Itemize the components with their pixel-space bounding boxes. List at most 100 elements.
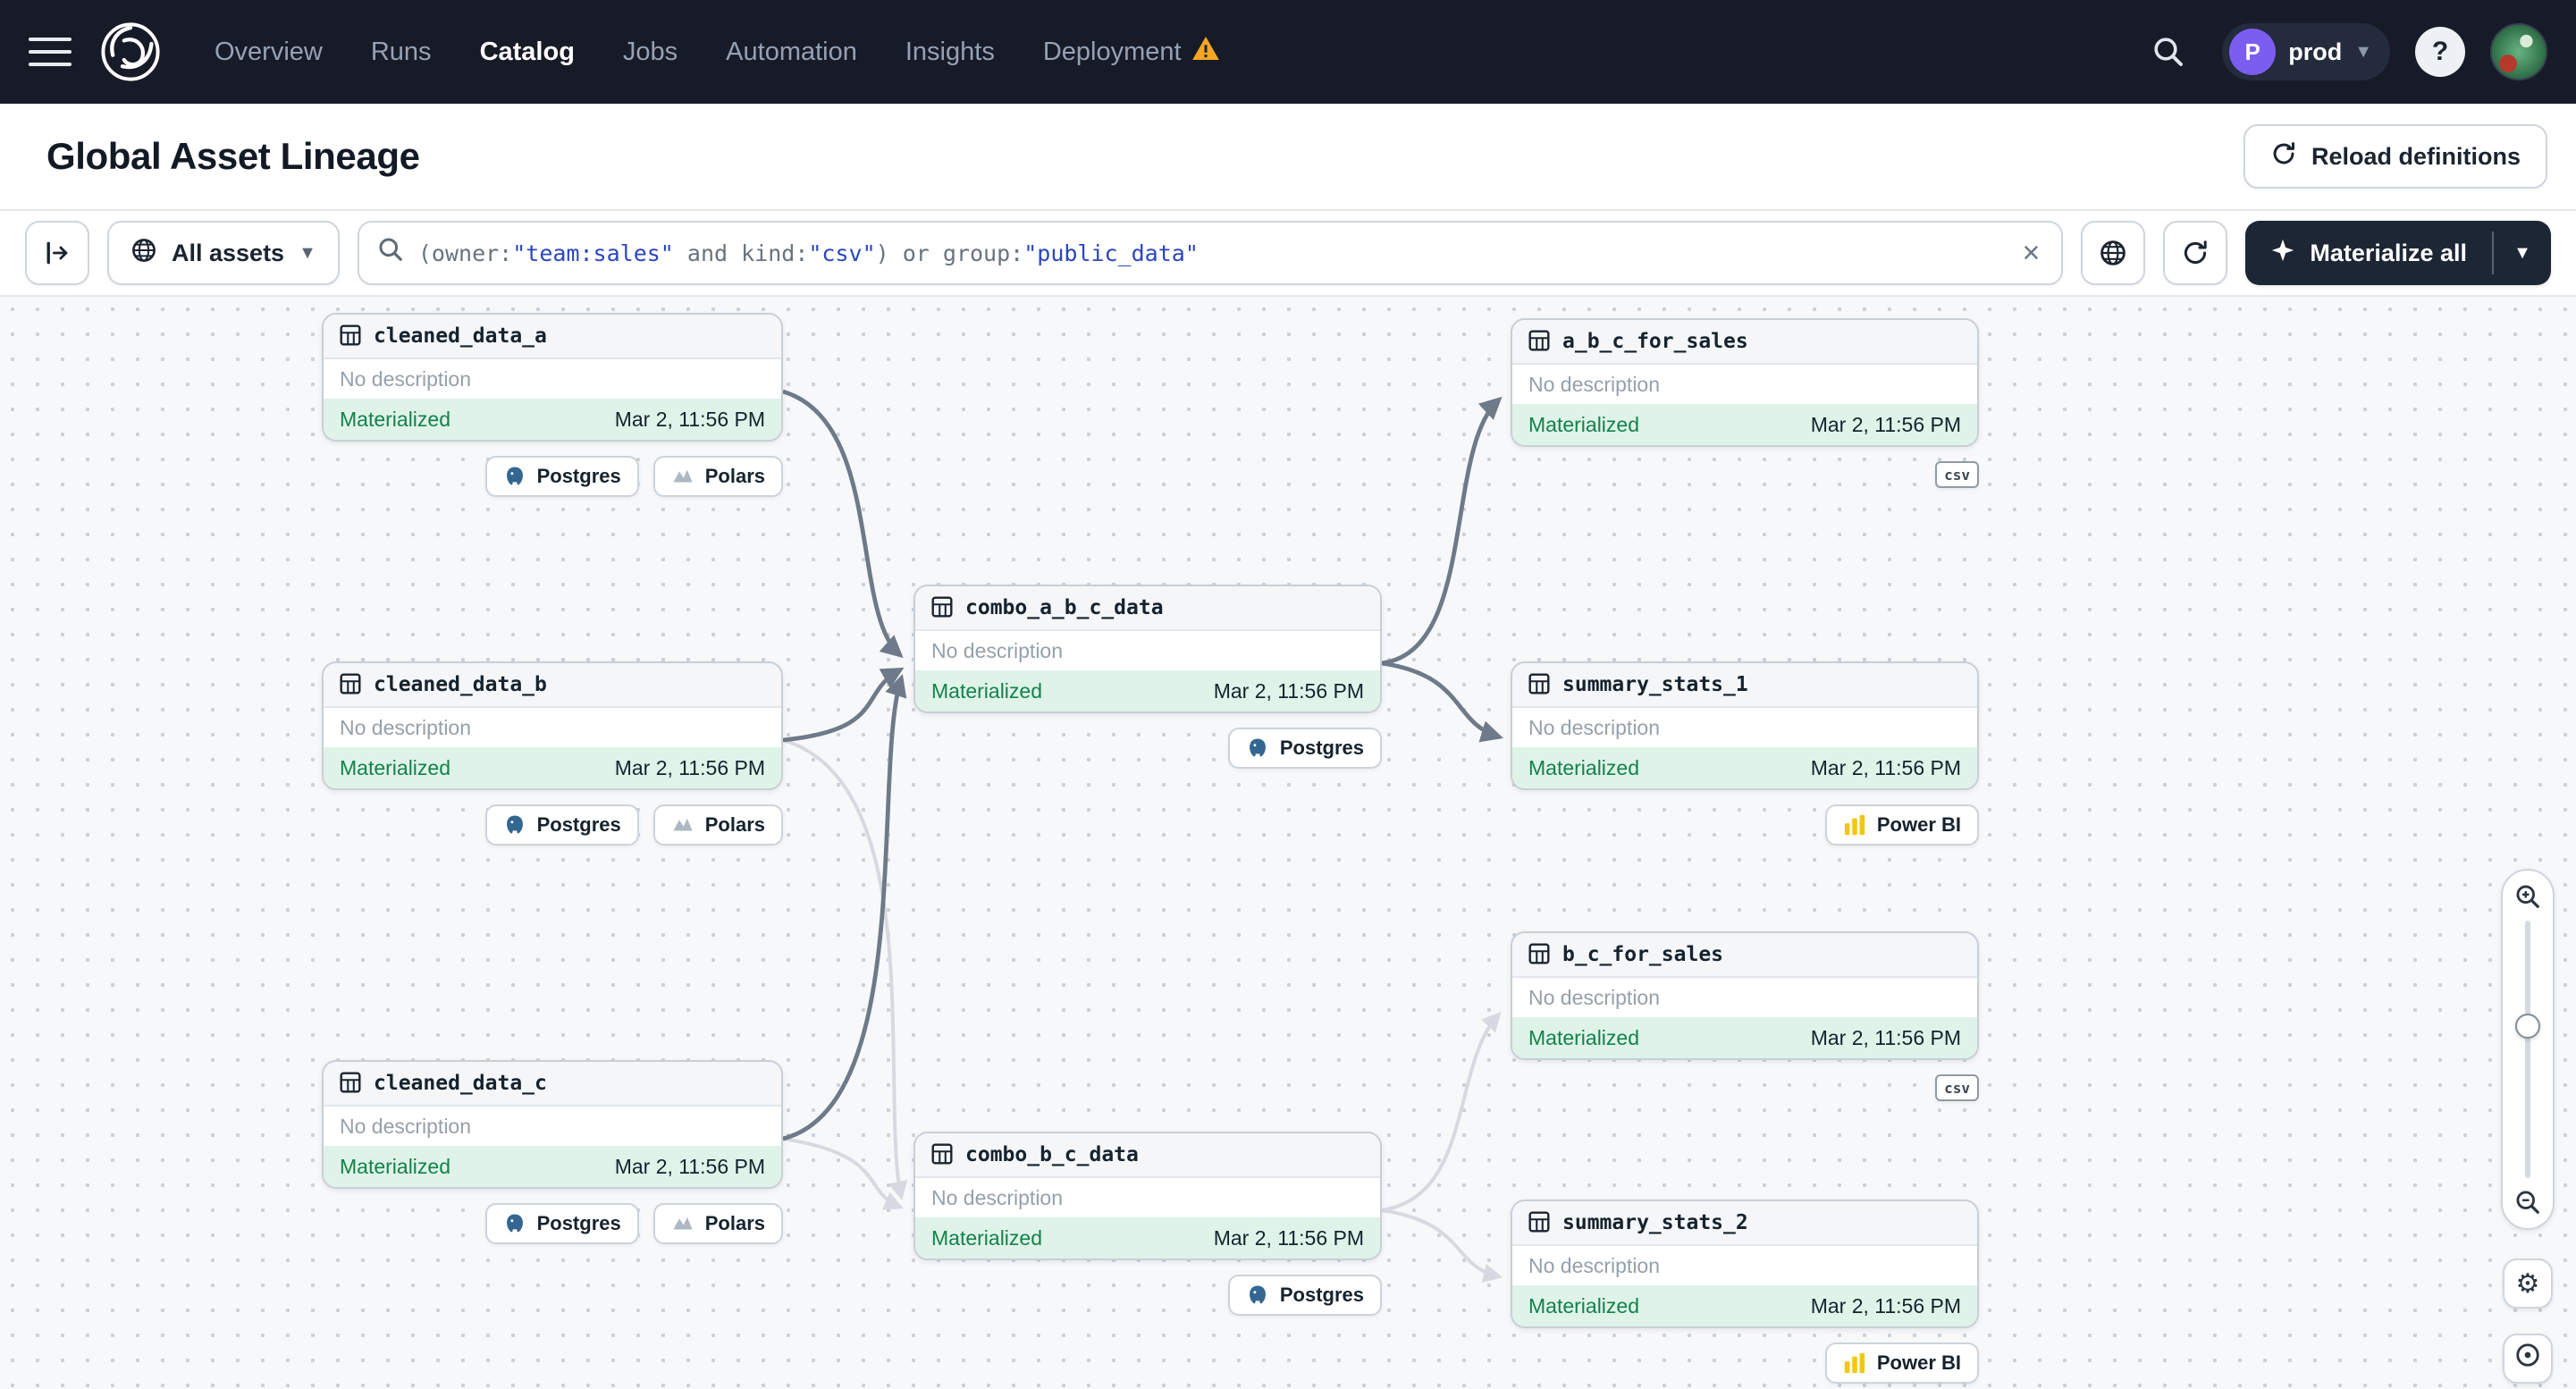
recenter-button[interactable] (2503, 1334, 2553, 1384)
postgres-icon (503, 813, 526, 837)
kind-tag-polars[interactable]: Polars (652, 456, 783, 497)
nav-item-label: Runs (370, 37, 432, 66)
asset-status-row[interactable]: Materialized Mar 2, 11:56 PM (915, 1217, 1380, 1259)
menu-icon[interactable] (29, 38, 72, 66)
user-avatar[interactable] (2490, 23, 2547, 80)
kind-tag-csv[interactable]: csv (1935, 1074, 1979, 1101)
chevron-down-icon: ▼ (2354, 41, 2372, 62)
materialize-icon (2270, 238, 2295, 269)
materialize-all-button[interactable]: Materialize all (2245, 221, 2492, 285)
asset-name: summary_stats_2 (1562, 1211, 1748, 1234)
table-icon (340, 669, 361, 702)
zoom-slider[interactable] (2513, 921, 2542, 1178)
nav-item-catalog[interactable]: Catalog (480, 38, 575, 67)
zoom-slider-handle[interactable] (2515, 1013, 2540, 1039)
asset-node-cleaned_data_c[interactable]: cleaned_data_c No description Materialized… (322, 1060, 783, 1189)
asset-status-row[interactable]: Materialized Mar 2, 11:56 PM (324, 1146, 781, 1187)
asset-status-row[interactable]: Materialized Mar 2, 11:56 PM (324, 399, 781, 440)
lineage-canvas[interactable]: cleaned_data_a No description Materialized… (0, 297, 2576, 1389)
asset-name: combo_b_c_data (965, 1143, 1139, 1166)
asset-status-row[interactable]: Materialized Mar 2, 11:56 PM (1512, 1285, 1977, 1326)
materialized-label: Materialized (931, 678, 1042, 703)
asset-node-header[interactable]: cleaned_data_a (324, 315, 781, 359)
kind-tag-postgres[interactable]: Postgres (484, 804, 639, 846)
asset-node-b_c_for_sales[interactable]: b_c_for_sales No description Materialized M… (1511, 931, 1979, 1060)
materialize-options-caret[interactable]: ▼ (2494, 221, 2551, 285)
nav-item-overview[interactable]: Overview (215, 38, 323, 67)
deployment-switcher[interactable]: P prod ▼ (2222, 23, 2390, 80)
nav-item-label: Overview (215, 37, 323, 66)
kind-tag-label: Postgres (536, 1212, 621, 1234)
search-icon[interactable] (2140, 23, 2197, 80)
asset-node-a_b_c_for_sales[interactable]: a_b_c_for_sales No description Materialize… (1511, 318, 1979, 447)
zoom-in-button[interactable] (2514, 883, 2541, 910)
reload-definitions-label: Reload definitions (2311, 142, 2521, 170)
asset-node-header[interactable]: summary_stats_1 (1512, 663, 1977, 708)
asset-node-header[interactable]: a_b_c_for_sales (1512, 320, 1977, 365)
asset-status-row[interactable]: Materialized Mar 2, 11:56 PM (1512, 404, 1977, 445)
asset-node-header[interactable]: cleaned_data_b (324, 663, 781, 708)
kind-tag-powerbi[interactable]: Power BI (1824, 1343, 1979, 1384)
asset-node-combo_b_c_data[interactable]: combo_b_c_data No description Materialized… (913, 1132, 1382, 1260)
settings-button[interactable]: ⚙ (2503, 1259, 2553, 1309)
warning-icon (1191, 37, 1219, 67)
asset-node-cleaned_data_a[interactable]: cleaned_data_a No description Materialized… (322, 313, 783, 442)
kind-tag-postgres[interactable]: Postgres (484, 456, 639, 497)
reload-icon (2270, 140, 2297, 173)
open-sidebar-panel-button[interactable] (25, 221, 89, 285)
search-query[interactable]: (owner:"team:sales" and kind:"csv") or g… (418, 240, 2005, 266)
zoom-out-button[interactable] (2514, 1189, 2541, 1216)
edge-combo_a_b_c_data-to-a_b_c_for_sales (1381, 396, 1503, 666)
top-navbar: Overview Runs Catalog Jobs Automation Insight… (0, 0, 2576, 104)
kind-tag-polars[interactable]: Polars (652, 1203, 783, 1244)
kind-tag-postgres[interactable]: Postgres (1227, 1275, 1382, 1316)
dagster-logo[interactable] (97, 18, 164, 86)
asset-node-summary_stats_2[interactable]: summary_stats_2 No description Materialize… (1511, 1200, 1979, 1328)
materialized-label: Materialized (1528, 1025, 1639, 1049)
materialized-timestamp: Mar 2, 11:56 PM (1810, 412, 1961, 436)
edge-combo_b_c_data-to-summary_stats_2 (1381, 1208, 1503, 1283)
edge-cleaned_data_c-to-combo_b_c_data (782, 1137, 904, 1210)
asset-search-input[interactable]: (owner:"team:sales" and kind:"csv") or g… (357, 221, 2064, 285)
clear-search-icon[interactable]: × (2019, 238, 2044, 268)
asset-node-header[interactable]: b_c_for_sales (1512, 933, 1977, 978)
nav-item-deployment[interactable]: Deployment (1043, 37, 1219, 67)
zoom-slider-track (2525, 921, 2530, 1178)
reload-definitions-button[interactable]: Reload definitions (2243, 124, 2547, 189)
asset-scope-dropdown[interactable]: All assets ▼ (107, 221, 340, 285)
asset-node-header[interactable]: combo_a_b_c_data (915, 586, 1380, 631)
asset-status-row[interactable]: Materialized Mar 2, 11:56 PM (1512, 1017, 1977, 1058)
asset-status-row[interactable]: Materialized Mar 2, 11:56 PM (324, 747, 781, 788)
nav-right: P prod ▼ ? (2140, 23, 2547, 80)
kind-tag-powerbi[interactable]: Power BI (1824, 804, 1979, 846)
asset-scope-label: All assets (172, 239, 285, 266)
kind-tag-polars[interactable]: Polars (652, 804, 783, 846)
kind-tags-row: Postgres (913, 728, 1382, 769)
kind-tag-csv[interactable]: csv (1935, 461, 1979, 488)
materialized-label: Materialized (1528, 412, 1639, 436)
asset-node-summary_stats_1[interactable]: summary_stats_1 No description Materialize… (1511, 661, 1979, 790)
asset-groups-globe-button[interactable] (2081, 221, 2146, 285)
help-button[interactable]: ? (2415, 27, 2465, 77)
nav-item-jobs[interactable]: Jobs (623, 38, 678, 67)
nav-item-runs[interactable]: Runs (371, 38, 432, 67)
asset-status-row[interactable]: Materialized Mar 2, 11:56 PM (915, 670, 1380, 711)
asset-description: No description (340, 715, 472, 739)
postgres-icon (1246, 1284, 1269, 1307)
asset-node-combo_a_b_c_data[interactable]: combo_a_b_c_data No description Materializ… (913, 585, 1382, 713)
asset-node-cleaned_data_b[interactable]: cleaned_data_b No description Materialized… (322, 661, 783, 790)
asset-status-row[interactable]: Materialized Mar 2, 11:56 PM (1512, 747, 1977, 788)
refresh-button[interactable] (2163, 221, 2228, 285)
table-icon (1528, 939, 1550, 972)
asset-node-header[interactable]: combo_b_c_data (915, 1133, 1380, 1178)
asset-node-header[interactable]: cleaned_data_c (324, 1062, 781, 1107)
table-icon (340, 1067, 361, 1100)
kind-tag-postgres[interactable]: Postgres (1227, 728, 1382, 769)
asset-node-header[interactable]: summary_stats_2 (1512, 1201, 1977, 1246)
nav-item-automation[interactable]: Automation (726, 38, 857, 67)
kind-tag-postgres[interactable]: Postgres (484, 1203, 639, 1244)
materialized-timestamp: Mar 2, 11:56 PM (614, 1154, 765, 1178)
kind-tag-label: Polars (704, 813, 765, 836)
nav-item-insights[interactable]: Insights (905, 38, 995, 67)
table-icon (340, 320, 361, 353)
